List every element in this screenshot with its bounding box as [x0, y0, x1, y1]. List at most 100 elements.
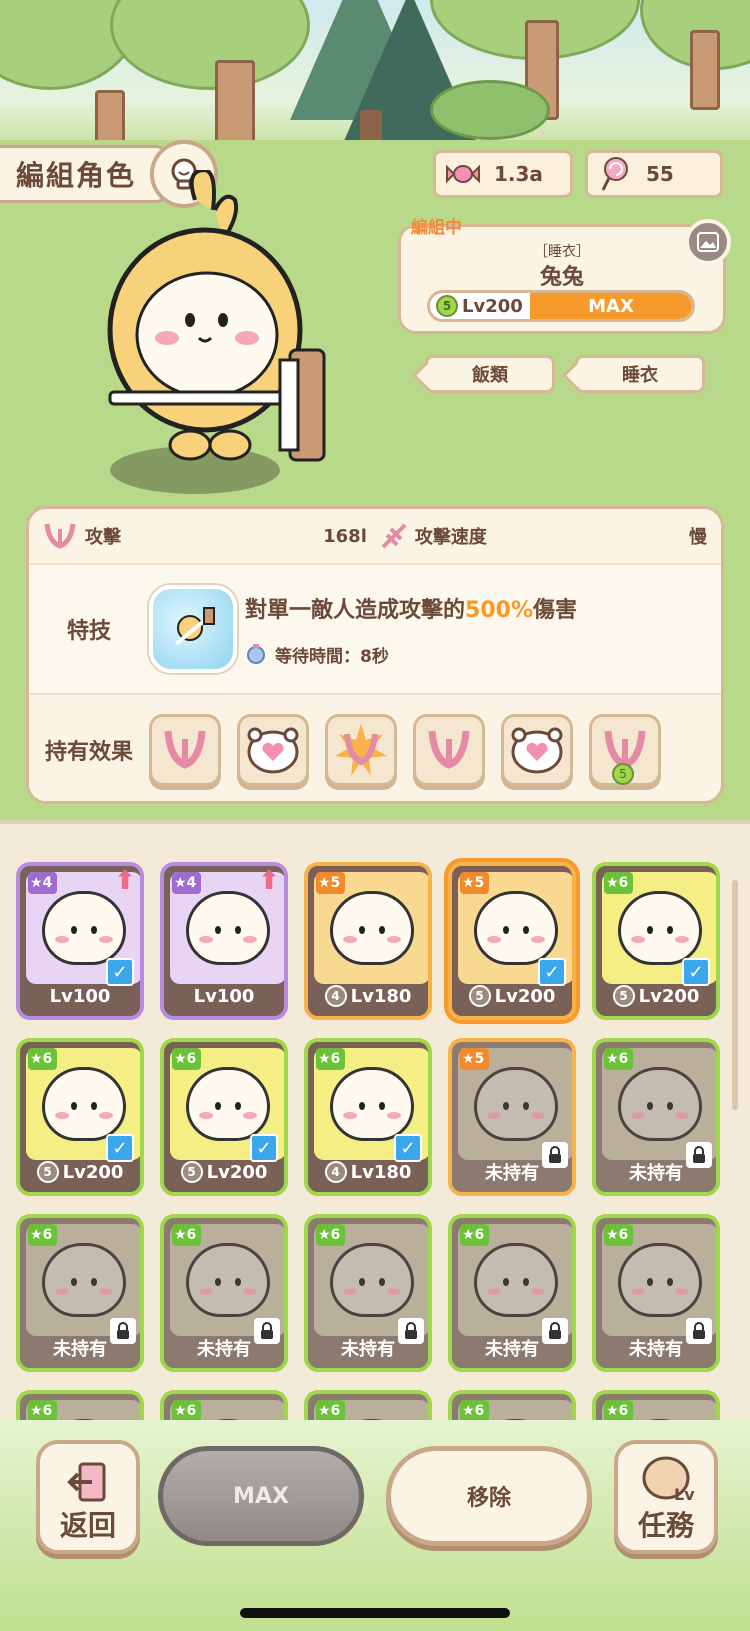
picture-icon: [697, 232, 719, 252]
star-rank-badge: ★6: [316, 1400, 346, 1420]
max-label: MAX: [233, 1483, 289, 1509]
star-rank-badge: ★6: [172, 1224, 202, 1246]
roster-card[interactable]: ★6 未持有: [160, 1214, 288, 1372]
blush: [487, 1288, 501, 1295]
blush: [531, 1288, 545, 1295]
star-rank-badge: ★5: [316, 872, 346, 894]
effect-heart-1[interactable]: [237, 714, 309, 786]
remove-button[interactable]: 移除: [386, 1446, 592, 1546]
character-face: [186, 1067, 270, 1141]
roster-card[interactable]: ★5 ✓ 5 Lv200: [448, 862, 576, 1020]
card-rank-badge: 5: [612, 985, 635, 1007]
card-level-text: 未持有: [629, 1163, 683, 1184]
card-level-text: 未持有: [485, 1163, 539, 1184]
card-level-text: 未持有: [485, 1339, 539, 1360]
roster-card[interactable]: ★6 ✓ 5 Lv200: [592, 862, 720, 1020]
roster-card[interactable]: ★6: [16, 1390, 144, 1420]
blush: [55, 936, 69, 943]
blush: [99, 1288, 113, 1295]
roster-card[interactable]: ★6: [448, 1390, 576, 1420]
blush: [487, 936, 501, 943]
roster-card[interactable]: ★6 未持有: [592, 1214, 720, 1372]
blush: [199, 936, 213, 943]
star-rank-badge: ★6: [28, 1224, 58, 1246]
roster-card[interactable]: ★6: [304, 1390, 432, 1420]
roster-card[interactable]: ★6 ✓ 5 Lv200: [160, 1038, 288, 1196]
character-face: [474, 1067, 558, 1141]
costume-name: ［睡衣］: [534, 244, 590, 260]
editing-status: 編組中: [411, 218, 462, 238]
effect-attack-burst[interactable]: [325, 714, 397, 786]
effect-attack-1[interactable]: [149, 714, 221, 786]
star-rank-badge: ★6: [28, 1400, 58, 1420]
roster-card[interactable]: ★6 未持有: [592, 1038, 720, 1196]
check-icon: ✓: [106, 1134, 134, 1162]
blush: [199, 1112, 213, 1119]
heart-bear-icon: [511, 727, 563, 774]
roster-card[interactable]: ★6 ✓ 5 Lv200: [16, 1038, 144, 1196]
speed-value: 慢: [689, 527, 707, 548]
card-level-text: Lv200: [494, 985, 556, 1007]
cooldown-text: 等待時間：8秒: [275, 646, 389, 667]
gallery-button[interactable]: [685, 219, 731, 265]
character-face: [186, 891, 270, 965]
skill-description: 對單一敵人造成攻擊的500%傷害: [245, 592, 577, 624]
roster-card[interactable]: ★6: [160, 1390, 288, 1420]
max-button[interactable]: MAX: [158, 1446, 364, 1546]
tag-rice[interactable]: 飯類: [425, 355, 555, 393]
character-face: [474, 1243, 558, 1317]
blush: [99, 1112, 113, 1119]
lock-icon: [686, 1318, 712, 1344]
candy-value: 1.3a: [494, 162, 543, 186]
card-level-text: Lv100: [49, 985, 111, 1007]
character-info-panel: 編組中 ［睡衣］ 兔兔 5 Lv200 MAX: [398, 218, 731, 334]
star-rank-badge: ★6: [316, 1048, 346, 1070]
star-rank-badge: ★6: [604, 1224, 634, 1246]
star-rank-badge: ★4: [28, 872, 58, 894]
mission-button[interactable]: Lv 任務: [614, 1440, 718, 1554]
character-face: [330, 891, 414, 965]
check-icon: ✓: [538, 958, 566, 986]
skill-desc-suffix: 傷害: [532, 597, 577, 623]
mission-lv-text: Lv: [674, 1485, 695, 1504]
attack-claw-icon: [428, 730, 470, 769]
blush: [387, 936, 401, 943]
tag-pajamas[interactable]: 睡衣: [575, 355, 705, 393]
effect-heart-2[interactable]: [501, 714, 573, 786]
lock-icon: [398, 1318, 424, 1344]
blush: [675, 1112, 689, 1119]
star-rank-badge: ★6: [172, 1048, 202, 1070]
attack-claw-icon: [164, 730, 206, 769]
blush: [243, 1288, 257, 1295]
roster-card[interactable]: ★4 ⬆ ✓ Lv100: [16, 862, 144, 1020]
character-face: [42, 891, 126, 965]
remove-label: 移除: [466, 1486, 511, 1511]
card-level-text: Lv180: [350, 985, 412, 1007]
home-indicator[interactable]: [240, 1608, 510, 1618]
blush: [55, 1288, 69, 1295]
effect-attack-rank5[interactable]: 5: [589, 714, 661, 786]
blush: [343, 936, 357, 943]
blush: [343, 1112, 357, 1119]
blush: [387, 1112, 401, 1119]
lollipop-value: 55: [646, 162, 674, 186]
roster-scrollbar[interactable]: [732, 880, 738, 1110]
card-rank-badge: 4: [324, 985, 347, 1007]
roster-card[interactable]: ★5 4 Lv180: [304, 862, 432, 1020]
roster-card[interactable]: ★6 未持有: [448, 1214, 576, 1372]
card-footer: 4 Lv180: [308, 976, 428, 1016]
roster-card[interactable]: ★4 ⬆ Lv100: [160, 862, 288, 1020]
roster-card[interactable]: ★6: [592, 1390, 720, 1420]
roster-card[interactable]: ★6 ✓ 4 Lv180: [304, 1038, 432, 1196]
effect-attack-2[interactable]: [413, 714, 485, 786]
blush: [631, 1112, 645, 1119]
card-level-text: 未持有: [53, 1339, 107, 1360]
back-button[interactable]: 返回: [36, 1440, 140, 1554]
check-icon: ✓: [682, 958, 710, 986]
roster-card[interactable]: ★5 未持有: [448, 1038, 576, 1196]
roster-card[interactable]: ★6 未持有: [16, 1214, 144, 1372]
character-face: [618, 1067, 702, 1141]
star-rank-badge: ★6: [460, 1224, 490, 1246]
attack-value: 168l: [323, 525, 367, 547]
roster-card[interactable]: ★6 未持有: [304, 1214, 432, 1372]
